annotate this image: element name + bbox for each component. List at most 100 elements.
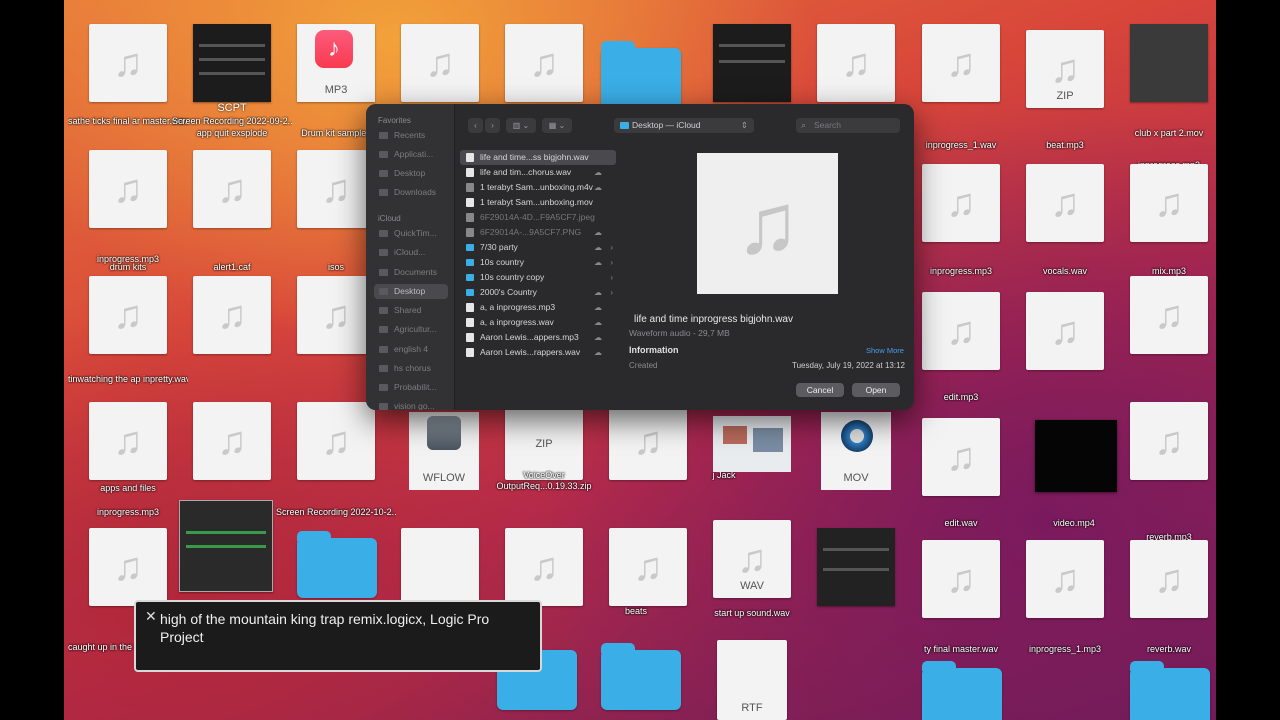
sidebar-item-quicktime[interactable]: QuickTim... (374, 226, 448, 241)
audio-file-icon[interactable]: ♫ (297, 402, 375, 480)
audio-file-icon[interactable]: ♫ (1130, 402, 1208, 480)
screenshot-thumbnail[interactable] (817, 528, 895, 606)
zip-file-icon[interactable]: ZIP (505, 402, 583, 480)
search-placeholder: Search (814, 120, 841, 130)
audio-file-icon[interactable]: ♫ (609, 528, 687, 606)
sidebar-item-recents[interactable]: Recents (374, 128, 448, 143)
audio-file-icon[interactable]: ♫ (193, 402, 271, 480)
file-row[interactable]: 1 terabyt Sam...unboxing.m4v ☁ (460, 180, 616, 195)
screenshot-thumbnail[interactable] (713, 24, 791, 102)
folder-icon[interactable] (601, 41, 681, 108)
file-row[interactable]: a, a inprogress.mp3 ☁ (460, 300, 616, 315)
file-list[interactable]: life and time...ss bigjohn.wav life and t… (460, 150, 616, 372)
audio-file-icon[interactable]: ♫ (89, 528, 167, 606)
folder-icon[interactable] (1130, 661, 1210, 720)
file-row[interactable]: 2000's Country ☁ › (460, 285, 616, 300)
audio-file-icon[interactable]: ♫ (922, 418, 1000, 496)
search-field[interactable]: ⌕ Search (796, 118, 900, 133)
document-file-icon[interactable] (401, 528, 479, 606)
audio-file-icon[interactable]: ♫ (193, 276, 271, 354)
show-more-link[interactable]: Show More (866, 346, 904, 355)
close-icon[interactable]: ✕ (145, 608, 157, 625)
icloud-download-icon[interactable]: ☁ (594, 300, 602, 315)
audio-file-icon[interactable]: ♫ (1130, 540, 1208, 618)
audio-file-icon[interactable]: ♫ (297, 150, 375, 228)
audio-file-icon[interactable]: ♫ (1026, 540, 1104, 618)
video-thumbnail[interactable] (1130, 24, 1208, 102)
back-button[interactable]: ‹ (468, 118, 483, 133)
icloud-download-icon[interactable]: ☁ (594, 225, 602, 240)
file-row[interactable]: Aaron Lewis...rappers.wav ☁ (460, 345, 616, 360)
audio-file-icon[interactable]: ♫ (505, 528, 583, 606)
sidebar-item-shared[interactable]: Shared (374, 303, 448, 318)
sidebar-item-icloud-drive[interactable]: iCloud... (374, 245, 448, 260)
wav-file-icon[interactable]: ♫ WAV (713, 520, 791, 598)
sidebar-item-downloads[interactable]: Downloads (374, 185, 448, 200)
audio-file-icon[interactable]: ♫ (1130, 276, 1208, 354)
view-mode-columns-button[interactable]: ▥ ⌄ (506, 118, 536, 133)
folder-icon[interactable] (601, 643, 681, 710)
sidebar-item-vision-goals[interactable]: vision go... (374, 399, 448, 410)
icloud-download-icon[interactable]: ☁ (594, 240, 602, 255)
folder-icon[interactable] (922, 661, 1002, 720)
sidebar-item-hs-chorus[interactable]: hs chorus (374, 361, 448, 376)
cancel-button[interactable]: Cancel (796, 383, 844, 397)
audio-file-icon[interactable]: ♫ (1026, 292, 1104, 370)
mov-file-icon[interactable]: MOV (821, 412, 891, 490)
view-mode-grid-button[interactable]: ▦ ⌄ (542, 118, 572, 133)
audio-file-icon[interactable]: ♫ (1026, 164, 1104, 242)
forward-button[interactable]: › (485, 118, 500, 133)
audio-file-icon[interactable]: ♫ (193, 150, 271, 228)
sidebar-item-desktop[interactable]: Desktop (374, 166, 448, 181)
file-row[interactable]: 1 terabyt Sam...unboxing.mov (460, 195, 616, 210)
audio-file-icon[interactable]: ♫ (89, 150, 167, 228)
file-row[interactable]: life and time...ss bigjohn.wav (460, 150, 616, 165)
sidebar-item-applications[interactable]: Applicati... (374, 147, 448, 162)
icloud-download-icon[interactable]: ☁ (594, 330, 602, 345)
audio-file-icon[interactable]: ♫ (89, 276, 167, 354)
file-row[interactable]: 10s country ☁ › (460, 255, 616, 270)
file-row[interactable]: 10s country copy › (460, 270, 616, 285)
audio-file-icon[interactable]: ♫ (922, 24, 1000, 102)
mp3-file-icon[interactable]: ♪ MP3 (297, 24, 375, 102)
file-row[interactable]: life and tim...chorus.wav ☁ (460, 165, 616, 180)
audio-file-icon[interactable]: ♫ (505, 24, 583, 102)
icloud-download-icon[interactable]: ☁ (594, 315, 602, 330)
screenshot-thumbnail[interactable] (193, 24, 271, 102)
sidebar-item-english-4[interactable]: english 4 (374, 342, 448, 357)
file-icon (466, 318, 474, 327)
audio-file-icon[interactable]: ♫ (922, 540, 1000, 618)
icloud-download-icon[interactable]: ☁ (594, 285, 602, 300)
icloud-download-icon[interactable]: ☁ (594, 180, 602, 195)
file-row[interactable]: Aaron Lewis...appers.mp3 ☁ (460, 330, 616, 345)
audio-file-icon[interactable]: ♫ (922, 292, 1000, 370)
icloud-download-icon[interactable]: ☁ (594, 345, 602, 360)
file-row[interactable]: a, a inprogress.wav ☁ (460, 315, 616, 330)
sidebar-item-probability[interactable]: Probabilit... (374, 380, 448, 395)
audio-file-icon[interactable]: ♫ (401, 24, 479, 102)
rtf-file-icon[interactable]: RTF (717, 640, 787, 720)
audio-file-icon[interactable]: ♫ (609, 402, 687, 480)
file-row[interactable]: 6F29014A-...9A5CF7.PNG ☁ (460, 225, 616, 240)
icloud-download-icon[interactable]: ☁ (594, 255, 602, 270)
logic-project-icon-selected[interactable] (179, 500, 273, 592)
sidebar-item-icloud-desktop[interactable]: Desktop (374, 284, 448, 299)
workflow-file-icon[interactable]: WFLOW (409, 412, 479, 490)
black-video-thumbnail[interactable] (1035, 420, 1117, 492)
sidebar-item-documents[interactable]: Documents (374, 265, 448, 280)
audio-file-icon[interactable]: ♫ (297, 276, 375, 354)
icloud-download-icon[interactable]: ☁ (594, 165, 602, 180)
file-row[interactable]: 6F29014A-4D...F9A5CF7.jpeg (460, 210, 616, 225)
sidebar-item-agriculture[interactable]: Agricultur... (374, 322, 448, 337)
web-screenshot-thumbnail[interactable] (713, 416, 791, 472)
folder-icon[interactable] (297, 531, 377, 598)
audio-file-icon[interactable]: ♫ (922, 164, 1000, 242)
audio-file-icon[interactable]: ♫ (89, 24, 167, 102)
audio-file-icon[interactable]: ♫ (817, 24, 895, 102)
zip-file-icon[interactable]: ♫ ZIP (1026, 30, 1104, 108)
location-dropdown[interactable]: Desktop — iCloud ⇕ (614, 118, 754, 133)
open-button[interactable]: Open (852, 383, 900, 397)
file-row[interactable]: 7/30 party ☁ › (460, 240, 616, 255)
audio-file-icon[interactable]: ♫ (89, 402, 167, 480)
audio-file-icon[interactable]: ♫ (1130, 164, 1208, 242)
